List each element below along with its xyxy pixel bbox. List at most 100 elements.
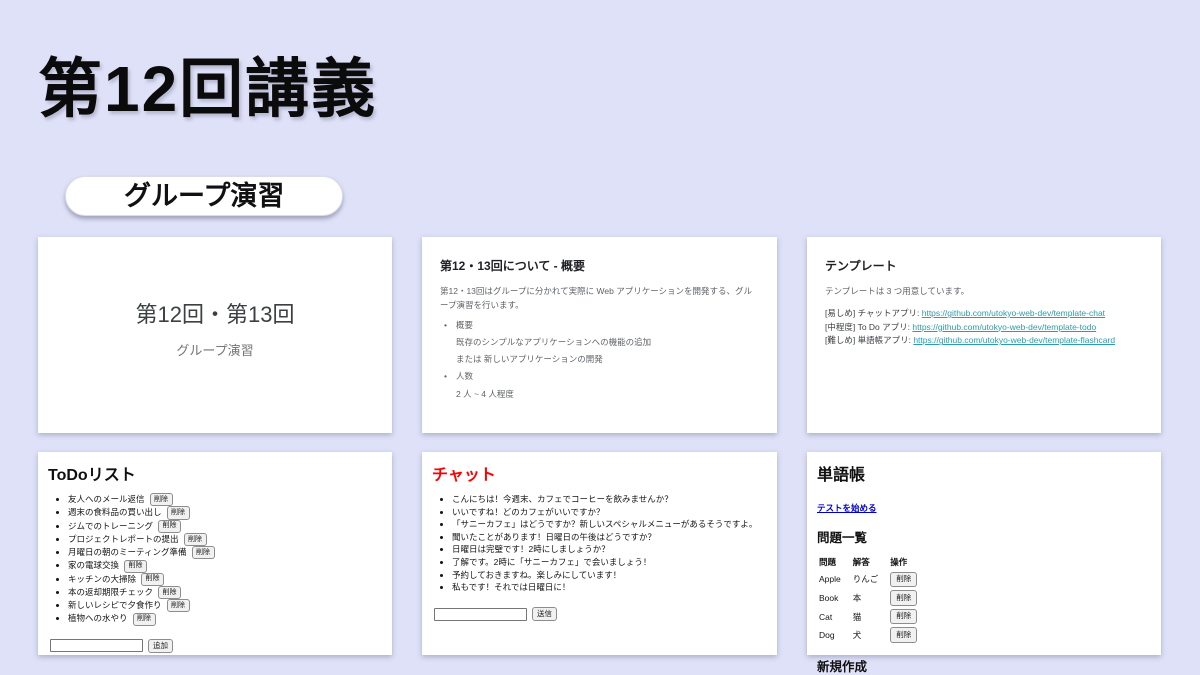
template-link-prefix: [難しめ] 単語帳アプリ: [825,335,913,345]
chat-message: 日曜日は完璧です！2時にしましょうか？ [452,543,767,556]
template-link-line: [中程度] To Do アプリ: https://github.com/utok… [825,321,1143,335]
delete-flashcard-button[interactable]: 削除 [890,609,917,625]
template-card: テンプレート テンプレートは 3 つ用意しています。 [易しめ] チャットアプリ… [807,237,1161,433]
template-links: [易しめ] チャットアプリ: https://github.com/utokyo… [825,307,1143,348]
delete-todo-button[interactable]: 削除 [133,613,156,626]
template-todo-link[interactable]: https://github.com/utokyo-web-dev/templa… [912,322,1096,332]
delete-todo-button[interactable]: 削除 [150,493,173,506]
flashcard-question: Apple [819,570,853,589]
flashcard-action-cell: 削除 [890,626,929,645]
overview-bullet: 人数 [444,371,759,382]
flashcard-answer: 猫 [853,607,891,626]
col-answer: 解答 [853,554,891,570]
chat-message: いいですね！どのカフェがいいですか？ [452,506,767,519]
chat-message: 私もです！それでは日曜日に！ [452,581,767,594]
todo-list: 友人へのメール返信削除 週末の食料品の買い出し削除 ジムでのトレーニング削除 プ… [52,493,382,626]
flashcard-row: Book 本 削除 [819,589,929,608]
todo-item: 植物への水やり削除 [68,612,382,625]
flashcard-action-cell: 削除 [890,589,929,608]
todo-item: 本の返却期限チェック削除 [68,586,382,599]
flashcard-row: Dog 犬 削除 [819,626,929,645]
chat-app-card: チャット こんにちは！今週末、カフェでコーヒーを飲みませんか？ いいですね！どの… [422,452,777,655]
flashcard-question: Dog [819,626,853,645]
delete-flashcard-button[interactable]: 削除 [890,627,917,643]
send-message-button[interactable]: 送信 [532,607,557,622]
todo-item: 家の電球交換削除 [68,559,382,572]
new-todo-input[interactable] [50,639,143,652]
overview-subitem: 2 人 ~ 4 人程度 [444,389,759,400]
template-heading: テンプレート [825,257,1143,274]
todo-item-text: 月曜日の朝のミーティング準備 [68,547,187,557]
todo-item: 新しいレシピで夕食作り削除 [68,599,382,612]
flashcard-action-cell: 削除 [890,607,929,626]
todo-item-text: ジムでのトレーニング [68,521,153,531]
lecture-slide: 第12回講義 グループ演習 第12回・第13回 グループ演習 第12・13回につ… [0,0,1200,675]
delete-todo-button[interactable]: 削除 [141,573,164,586]
flashcard-table: 問題 解答 操作 Apple りんご 削除 Book 本 削除 Cat [819,554,929,645]
todo-item-text: キッチンの大掃除 [68,574,136,584]
todo-item-text: 家の電球交換 [68,560,119,570]
template-chat-link[interactable]: https://github.com/utokyo-web-dev/templa… [922,308,1105,318]
todo-item-text: 本の返却期限チェック [68,587,153,597]
flashcard-row: Cat 猫 削除 [819,607,929,626]
question-list-heading: 問題一覧 [817,527,1151,546]
flashcard-heading: 単語帳 [817,461,1151,485]
template-link-line: [易しめ] チャットアプリ: https://github.com/utokyo… [825,307,1143,321]
chat-heading: チャット [432,461,767,485]
todo-item: キッチンの大掃除削除 [68,573,382,586]
chat-send-form: 送信 [434,607,767,622]
group-exercise-badge: グループ演習 [65,176,343,216]
todo-item-text: プロジェクトレポートの提出 [68,534,179,544]
add-todo-button[interactable]: 追加 [148,639,173,654]
todo-item: 週末の食料品の買い出し削除 [68,506,382,519]
overview-subitem: または 新しいアプリケーションの開発 [444,354,759,365]
todo-app-card: ToDoリスト 友人へのメール返信削除 週末の食料品の買い出し削除 ジムでのトレ… [38,452,392,655]
flashcard-answer: りんご [853,570,891,589]
flashcard-answer: 本 [853,589,891,608]
page-title: 第12回講義 [38,38,377,130]
chat-message: 聞いたことがあります！日曜日の午後はどうですか？ [452,531,767,544]
delete-todo-button[interactable]: 削除 [184,533,207,546]
overview-heading: 第12・13回について - 概要 [440,257,759,274]
flashcard-answer: 犬 [853,626,891,645]
slide-card-title: 第12回・第13回 [136,297,295,329]
col-question: 問題 [819,554,853,570]
todo-item-text: 友人へのメール返信 [68,494,145,504]
template-link-prefix: [易しめ] チャットアプリ: [825,308,922,318]
slide-title-card: 第12回・第13回 グループ演習 [38,237,392,433]
overview-card: 第12・13回について - 概要 第12・13回はグループに分かれて実際に We… [422,237,777,433]
overview-subitem: 既存のシンプルなアプリケーションへの機能の追加 [444,337,759,348]
slide-card-subtitle: グループ演習 [176,340,253,359]
chat-message-input[interactable] [434,608,527,621]
chat-message: 了解です。2時に「サニーカフェ」で会いましょう！ [452,556,767,569]
todo-add-form: 追加 [50,639,382,654]
chat-message: 予約しておきますね。楽しみにしています！ [452,569,767,582]
todo-item: 月曜日の朝のミーティング準備削除 [68,546,382,559]
todo-item-text: 新しいレシピで夕食作り [68,600,162,610]
todo-item-text: 植物への水やり [68,613,128,623]
template-flashcard-link[interactable]: https://github.com/utokyo-web-dev/templa… [913,335,1115,345]
template-link-line: [難しめ] 単語帳アプリ: https://github.com/utokyo-… [825,334,1143,348]
delete-todo-button[interactable]: 削除 [167,599,190,612]
flashcard-app-card: 単語帳 テストを始める 問題一覧 問題 解答 操作 Apple りんご 削除 B… [807,452,1161,655]
flashcard-question: Book [819,589,853,608]
delete-flashcard-button[interactable]: 削除 [890,590,917,606]
overview-intro: 第12・13回はグループに分かれて実際に Web アプリケーションを開発する、グ… [440,284,759,312]
delete-todo-button[interactable]: 削除 [192,546,215,559]
todo-item-text: 週末の食料品の買い出し [68,507,162,517]
start-test-link[interactable]: テストを始める [817,502,877,514]
overview-list: 概要 既存のシンプルなアプリケーションへの機能の追加 または 新しいアプリケーシ… [444,320,759,399]
template-intro: テンプレートは 3 つ用意しています。 [825,284,1143,298]
delete-todo-button[interactable]: 削除 [158,586,181,599]
delete-todo-button[interactable]: 削除 [158,520,181,533]
delete-todo-button[interactable]: 削除 [167,506,190,519]
flashcard-table-header-row: 問題 解答 操作 [819,554,929,570]
todo-item: ジムでのトレーニング削除 [68,520,382,533]
delete-todo-button[interactable]: 削除 [124,560,147,573]
overview-bullet: 概要 [444,320,759,331]
flashcard-action-cell: 削除 [890,570,929,589]
flashcard-question: Cat [819,607,853,626]
chat-message: こんにちは！今週末、カフェでコーヒーを飲みませんか？ [452,493,767,506]
delete-flashcard-button[interactable]: 削除 [890,572,917,588]
col-action: 操作 [890,554,929,570]
